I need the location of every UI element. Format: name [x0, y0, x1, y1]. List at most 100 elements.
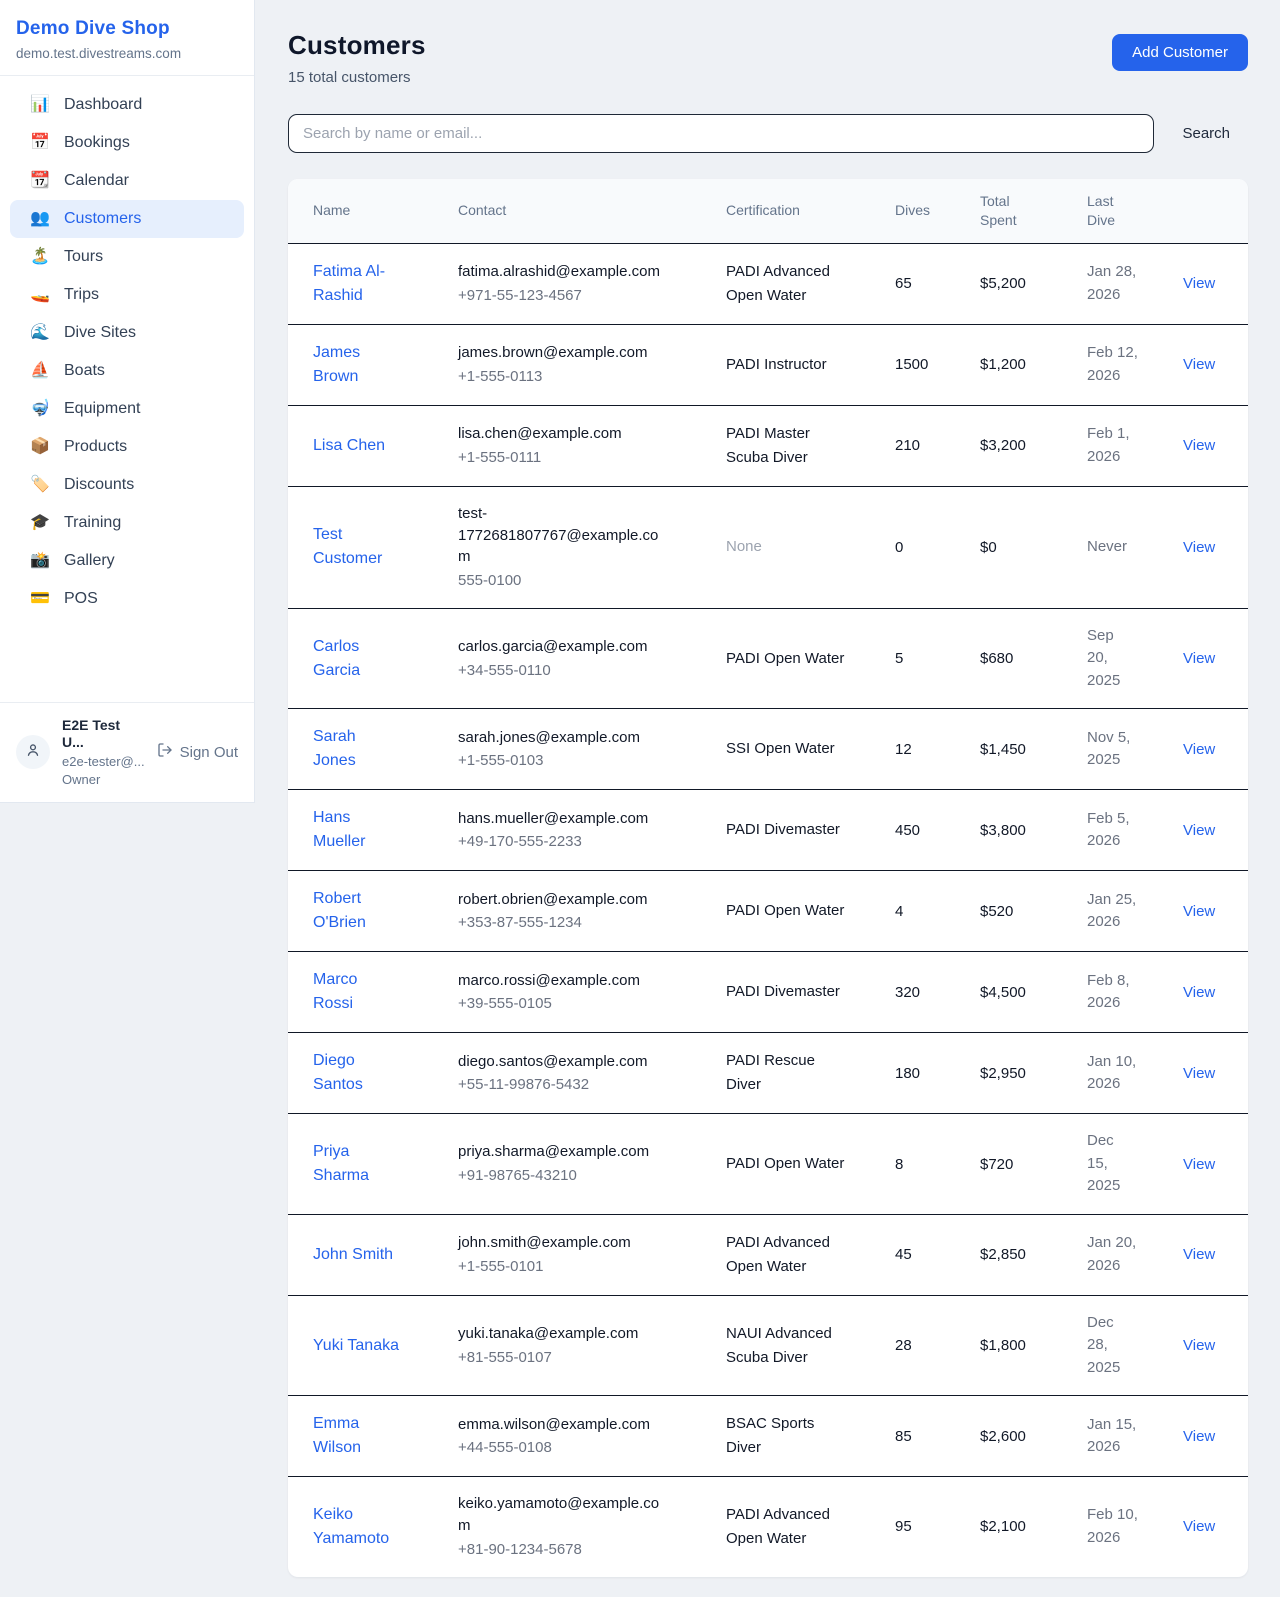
training-cap-icon: 🎓	[30, 515, 50, 531]
view-link[interactable]: View	[1183, 356, 1215, 373]
customer-row: Yuki Tanaka yuki.tanaka@example.com +81-…	[288, 1295, 1248, 1396]
customer-name-link[interactable]: John Smith	[313, 1243, 393, 1267]
customer-email: test-1772681807767@example.com	[458, 503, 663, 568]
sidebar-item-dive-sites[interactable]: 🌊 Dive Sites	[10, 314, 244, 352]
view-link[interactable]: View	[1183, 903, 1215, 920]
customer-total-spent: $4,500	[980, 984, 1042, 1001]
customer-total-spent: $5,200	[980, 275, 1042, 292]
customer-name-link[interactable]: Test Customer	[313, 523, 401, 571]
view-link[interactable]: View	[1183, 984, 1215, 1001]
sidebar-item-discounts[interactable]: 🏷️ Discounts	[10, 466, 244, 504]
customer-certification: PADI Open Water	[726, 899, 850, 923]
sidebar-item-tours[interactable]: 🏝️ Tours	[10, 238, 244, 276]
customer-name-link[interactable]: Emma Wilson	[313, 1412, 401, 1460]
sign-out-button[interactable]: Sign Out	[157, 742, 238, 762]
sidebar-item-gallery[interactable]: 📸 Gallery	[10, 542, 244, 580]
sidebar-item-calendar[interactable]: 📆 Calendar	[10, 162, 244, 200]
view-link[interactable]: View	[1183, 1156, 1215, 1173]
customer-name-link[interactable]: Fatima Al-Rashid	[313, 260, 401, 308]
customer-name-link[interactable]: Diego Santos	[313, 1049, 401, 1097]
view-link[interactable]: View	[1183, 1337, 1215, 1354]
customer-dives: 4	[895, 903, 935, 920]
sidebar-item-dashboard[interactable]: 📊 Dashboard	[10, 86, 244, 124]
customer-dives: 5	[895, 650, 935, 667]
customer-dives: 85	[895, 1428, 935, 1445]
view-link[interactable]: View	[1183, 1518, 1215, 1535]
customer-phone: +1-555-0111	[458, 447, 681, 469]
search-button[interactable]: Search	[1182, 125, 1230, 142]
calendar-icon: 📆	[30, 173, 50, 189]
view-link[interactable]: View	[1183, 275, 1215, 292]
bookings-calendar-icon: 📅	[30, 135, 50, 151]
customer-certification: NAUI Advanced Scuba Diver	[726, 1322, 850, 1370]
customer-name-link[interactable]: Hans Mueller	[313, 806, 401, 854]
view-link[interactable]: View	[1183, 822, 1215, 839]
customer-row: Carlos Garcia carlos.garcia@example.com …	[288, 608, 1248, 709]
customer-certification: BSAC Sports Diver	[726, 1412, 850, 1460]
view-link[interactable]: View	[1183, 650, 1215, 667]
customer-row: Keiko Yamamoto keiko.yamamoto@example.co…	[288, 1477, 1248, 1577]
customer-phone: +49-170-555-2233	[458, 831, 681, 853]
user-info: E2E Test U... e2e-tester@... Owner	[62, 717, 145, 789]
customer-name-link[interactable]: Marco Rossi	[313, 968, 401, 1016]
sidebar: Demo Dive Shop demo.test.divestreams.com…	[0, 0, 255, 803]
customer-last-dive: Sep 20, 2025	[1087, 625, 1138, 693]
sidebar-item-products[interactable]: 📦 Products	[10, 428, 244, 466]
customer-name-link[interactable]: Yuki Tanaka	[313, 1334, 399, 1358]
customer-phone: +39-555-0105	[458, 993, 681, 1015]
sidebar-item-boats[interactable]: ⛵ Boats	[10, 352, 244, 390]
customer-email: yuki.tanaka@example.com	[458, 1323, 663, 1345]
view-link[interactable]: View	[1183, 741, 1215, 758]
customer-certification: PADI Open Water	[726, 1152, 850, 1176]
customer-name-link[interactable]: Robert O'Brien	[313, 887, 401, 935]
customer-name-link[interactable]: Carlos Garcia	[313, 635, 401, 683]
user-role: Owner	[62, 772, 145, 788]
view-link[interactable]: View	[1183, 1065, 1215, 1082]
customer-row: Robert O'Brien robert.obrien@example.com…	[288, 871, 1248, 952]
trips-boat-icon: 🚤	[30, 287, 50, 303]
customer-phone: +1-555-0103	[458, 750, 681, 772]
view-link[interactable]: View	[1183, 1428, 1215, 1445]
customer-phone: +1-555-0101	[458, 1256, 681, 1278]
customer-total-spent: $1,200	[980, 356, 1042, 373]
sidebar-item-pos[interactable]: 💳 POS	[10, 580, 244, 618]
search-input[interactable]	[288, 114, 1154, 153]
sidebar-item-bookings[interactable]: 📅 Bookings	[10, 124, 244, 162]
tours-island-icon: 🏝️	[30, 249, 50, 265]
add-customer-button[interactable]: Add Customer	[1112, 34, 1248, 71]
column-header-actions	[1158, 179, 1248, 243]
customer-dives: 95	[895, 1518, 935, 1535]
shop-domain: demo.test.divestreams.com	[16, 46, 238, 61]
customer-email: john.smith@example.com	[458, 1232, 663, 1254]
column-header-certification: Certification	[701, 179, 870, 243]
sidebar-item-customers[interactable]: 👥 Customers	[10, 200, 244, 238]
customer-row: Emma Wilson emma.wilson@example.com +44-…	[288, 1396, 1248, 1477]
table-header-row: Name Contact Certification Dives Total S…	[288, 179, 1248, 243]
view-link[interactable]: View	[1183, 539, 1215, 556]
dive-sites-wave-icon: 🌊	[30, 325, 50, 341]
customer-name-link[interactable]: Priya Sharma	[313, 1140, 401, 1188]
customer-last-dive: Jan 25, 2026	[1087, 889, 1138, 934]
customer-name-link[interactable]: Lisa Chen	[313, 434, 385, 458]
customer-name-link[interactable]: James Brown	[313, 341, 401, 389]
customer-phone: +81-90-1234-5678	[458, 1539, 681, 1561]
customer-name-link[interactable]: Keiko Yamamoto	[313, 1503, 401, 1551]
customer-name-link[interactable]: Sarah Jones	[313, 725, 401, 773]
customer-row: Lisa Chen lisa.chen@example.com +1-555-0…	[288, 405, 1248, 486]
customer-dives: 0	[895, 539, 935, 556]
customer-certification: PADI Open Water	[726, 647, 850, 671]
view-link[interactable]: View	[1183, 1246, 1215, 1263]
customer-phone: +34-555-0110	[458, 660, 681, 682]
customer-certification: SSI Open Water	[726, 737, 850, 761]
sidebar-item-training[interactable]: 🎓 Training	[10, 504, 244, 542]
sidebar-item-trips[interactable]: 🚤 Trips	[10, 276, 244, 314]
view-link[interactable]: View	[1183, 437, 1215, 454]
sidebar-item-equipment[interactable]: 🤿 Equipment	[10, 390, 244, 428]
column-header-contact: Contact	[433, 179, 701, 243]
page-header: Customers 15 total customers Add Custome…	[288, 30, 1248, 86]
customer-total-spent: $2,850	[980, 1246, 1042, 1263]
person-icon	[24, 741, 42, 764]
customer-last-dive: Jan 10, 2026	[1087, 1051, 1138, 1096]
customer-certification: PADI Instructor	[726, 353, 850, 377]
customer-dives: 180	[895, 1065, 935, 1082]
